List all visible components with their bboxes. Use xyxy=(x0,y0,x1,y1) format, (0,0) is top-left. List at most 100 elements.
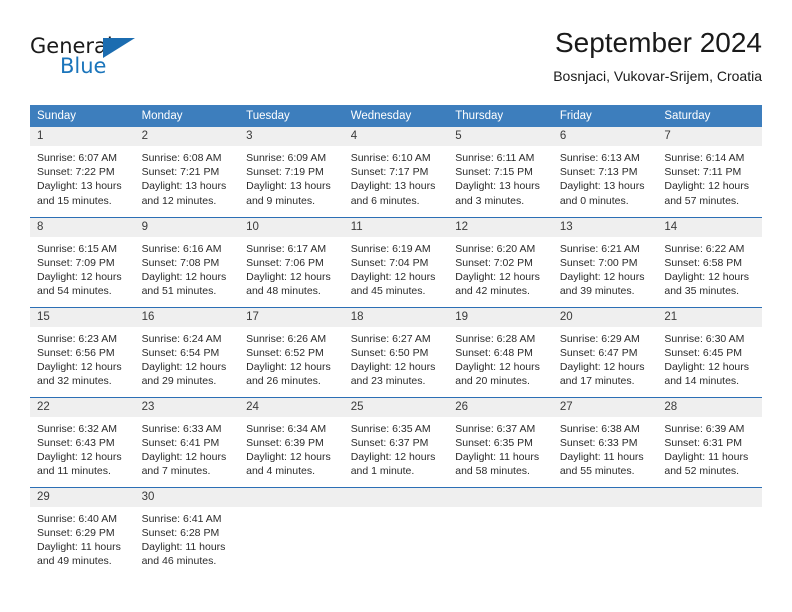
day-cell[interactable]: 8 Sunrise: 6:15 AM Sunset: 7:09 PM Dayli… xyxy=(30,216,135,307)
daylight-text-line1: Daylight: 12 hours xyxy=(141,360,227,373)
daylight-text-line1: Daylight: 12 hours xyxy=(350,450,436,463)
day-cell[interactable]: 23 Sunrise: 6:33 AM Sunset: 6:41 PM Dayl… xyxy=(134,396,240,487)
sunset-text: Sunset: 6:33 PM xyxy=(559,436,638,449)
daylight-text-line1: Daylight: 13 hours xyxy=(246,180,331,193)
day-cell[interactable]: 22 Sunrise: 6:32 AM Sunset: 6:43 PM Dayl… xyxy=(30,396,135,487)
day-cell[interactable]: 7 Sunrise: 6:14 AM Sunset: 7:11 PM Dayli… xyxy=(657,127,762,217)
daylight-text-line1: Daylight: 12 hours xyxy=(141,450,227,463)
day-number: 1 xyxy=(30,127,135,146)
day-details: Sunrise: 6:22 AM Sunset: 6:58 PM Dayligh… xyxy=(657,237,762,299)
day-cell[interactable]: 18 Sunrise: 6:27 AM Sunset: 6:50 PM Dayl… xyxy=(343,306,449,397)
daylight-text-line1: Daylight: 12 hours xyxy=(37,360,122,373)
daylight-text-line2: and 14 minutes. xyxy=(664,375,740,388)
day-cell[interactable]: 26 Sunrise: 6:37 AM Sunset: 6:35 PM Dayl… xyxy=(448,396,553,487)
day-cell[interactable]: 4 Sunrise: 6:10 AM Sunset: 7:17 PM Dayli… xyxy=(343,127,449,217)
daylight-text-line2: and 12 minutes. xyxy=(141,194,217,207)
day-cell[interactable]: 21 Sunrise: 6:30 AM Sunset: 6:45 PM Dayl… xyxy=(657,306,762,397)
day-details: Sunrise: 6:35 AM Sunset: 6:37 PM Dayligh… xyxy=(344,417,449,479)
day-cell[interactable]: 15 Sunrise: 6:23 AM Sunset: 6:56 PM Dayl… xyxy=(30,306,135,397)
calendar-week-row: 1 Sunrise: 6:07 AM Sunset: 7:22 PM Dayli… xyxy=(30,127,762,217)
day-details: Sunrise: 6:27 AM Sunset: 6:50 PM Dayligh… xyxy=(344,327,449,389)
day-cell-empty xyxy=(657,486,762,577)
day-details: Sunrise: 6:40 AM Sunset: 6:29 PM Dayligh… xyxy=(30,507,135,569)
day-details: Sunrise: 6:07 AM Sunset: 7:22 PM Dayligh… xyxy=(30,146,135,208)
calendar-week-row: 29 Sunrise: 6:40 AM Sunset: 6:29 PM Dayl… xyxy=(30,486,762,577)
daylight-text-line2: and 4 minutes. xyxy=(246,465,316,478)
day-cell[interactable]: 24 Sunrise: 6:34 AM Sunset: 6:39 PM Dayl… xyxy=(239,396,344,487)
calendar-week-row: 15 Sunrise: 6:23 AM Sunset: 6:56 PM Dayl… xyxy=(30,306,762,397)
sunrise-text: Sunrise: 6:29 AM xyxy=(559,332,640,345)
day-cell[interactable]: 29 Sunrise: 6:40 AM Sunset: 6:29 PM Dayl… xyxy=(30,486,135,577)
day-cell[interactable]: 2 Sunrise: 6:08 AM Sunset: 7:21 PM Dayli… xyxy=(134,127,240,217)
day-cell[interactable]: 28 Sunrise: 6:39 AM Sunset: 6:31 PM Dayl… xyxy=(657,396,762,487)
daylight-text-line1: Daylight: 11 hours xyxy=(664,450,749,463)
page-header: General Blue September 2024 Bosnjaci, Vu… xyxy=(30,26,762,98)
daylight-text-line1: Daylight: 13 hours xyxy=(37,180,122,193)
sunrise-text: Sunrise: 6:10 AM xyxy=(350,152,431,164)
sunset-text: Sunset: 6:56 PM xyxy=(37,346,115,359)
day-details: Sunrise: 6:21 AM Sunset: 7:00 PM Dayligh… xyxy=(553,237,658,299)
daylight-text-line2: and 48 minutes. xyxy=(246,285,321,298)
day-details: Sunrise: 6:16 AM Sunset: 7:08 PM Dayligh… xyxy=(135,237,240,299)
day-details: Sunrise: 6:41 AM Sunset: 6:28 PM Dayligh… xyxy=(135,507,240,569)
day-cell[interactable]: 6 Sunrise: 6:13 AM Sunset: 7:13 PM Dayli… xyxy=(552,127,658,217)
sunrise-text: Sunrise: 6:30 AM xyxy=(664,332,745,345)
day-number xyxy=(239,487,344,507)
day-cell[interactable]: 16 Sunrise: 6:24 AM Sunset: 6:54 PM Dayl… xyxy=(134,306,240,397)
daylight-text-line1: Daylight: 12 hours xyxy=(350,270,436,283)
sunset-text: Sunset: 6:47 PM xyxy=(559,346,638,359)
day-cell[interactable]: 10 Sunrise: 6:17 AM Sunset: 7:06 PM Dayl… xyxy=(239,216,344,307)
sunset-text: Sunset: 6:54 PM xyxy=(141,346,220,359)
day-cell[interactable]: 20 Sunrise: 6:29 AM Sunset: 6:47 PM Dayl… xyxy=(552,306,658,397)
sunrise-text: Sunrise: 6:17 AM xyxy=(246,242,327,255)
weekday-header-wednesday: Wednesday xyxy=(343,105,449,127)
day-details: Sunrise: 6:24 AM Sunset: 6:54 PM Dayligh… xyxy=(135,327,240,389)
day-details: Sunrise: 6:38 AM Sunset: 6:33 PM Dayligh… xyxy=(553,417,658,479)
day-cell[interactable]: 14 Sunrise: 6:22 AM Sunset: 6:58 PM Dayl… xyxy=(657,216,762,307)
sunset-text: Sunset: 7:08 PM xyxy=(141,256,220,269)
brand-logo[interactable]: General Blue xyxy=(30,34,230,88)
day-cell[interactable]: 27 Sunrise: 6:38 AM Sunset: 6:33 PM Dayl… xyxy=(552,396,658,487)
day-cell[interactable]: 11 Sunrise: 6:19 AM Sunset: 7:04 PM Dayl… xyxy=(343,216,449,307)
day-cell[interactable]: 25 Sunrise: 6:35 AM Sunset: 6:37 PM Dayl… xyxy=(343,396,449,487)
day-cell[interactable]: 9 Sunrise: 6:16 AM Sunset: 7:08 PM Dayli… xyxy=(134,216,240,307)
day-number: 23 xyxy=(134,397,240,417)
title-block: September 2024 Bosnjaci, Vukovar-Srijem,… xyxy=(553,26,762,86)
day-cell[interactable]: 12 Sunrise: 6:20 AM Sunset: 7:02 PM Dayl… xyxy=(448,216,553,307)
sunset-text: Sunset: 7:02 PM xyxy=(455,256,533,269)
daylight-text-line1: Daylight: 12 hours xyxy=(37,450,122,463)
daylight-text-line1: Daylight: 13 hours xyxy=(141,180,227,193)
sunrise-text: Sunrise: 6:35 AM xyxy=(350,422,431,435)
sunrise-text: Sunrise: 6:27 AM xyxy=(350,332,431,345)
sunset-text: Sunset: 6:41 PM xyxy=(141,436,220,449)
sunset-text: Sunset: 6:52 PM xyxy=(246,346,324,359)
daylight-text-line2: and 9 minutes. xyxy=(246,194,316,207)
day-cell[interactable]: 5 Sunrise: 6:11 AM Sunset: 7:15 PM Dayli… xyxy=(448,127,553,217)
sunset-text: Sunset: 6:35 PM xyxy=(455,436,533,449)
day-cell[interactable]: 30 Sunrise: 6:41 AM Sunset: 6:28 PM Dayl… xyxy=(134,486,240,577)
sunset-text: Sunset: 7:11 PM xyxy=(664,166,742,179)
sunrise-text: Sunrise: 6:28 AM xyxy=(455,332,536,345)
day-cell[interactable]: 3 Sunrise: 6:09 AM Sunset: 7:19 PM Dayli… xyxy=(239,127,344,217)
day-number: 18 xyxy=(343,307,449,327)
sunset-text: Sunset: 6:50 PM xyxy=(350,346,429,359)
day-cell[interactable]: 13 Sunrise: 6:21 AM Sunset: 7:00 PM Dayl… xyxy=(552,216,658,307)
weekday-header-monday: Monday xyxy=(134,105,240,127)
sunrise-text: Sunrise: 6:08 AM xyxy=(141,152,222,164)
day-details: Sunrise: 6:20 AM Sunset: 7:02 PM Dayligh… xyxy=(448,237,553,299)
day-cell[interactable]: 1 Sunrise: 6:07 AM Sunset: 7:22 PM Dayli… xyxy=(30,127,135,217)
daylight-text-line2: and 15 minutes. xyxy=(37,194,112,207)
sunrise-text: Sunrise: 6:41 AM xyxy=(141,512,222,525)
day-cell[interactable]: 17 Sunrise: 6:26 AM Sunset: 6:52 PM Dayl… xyxy=(239,306,344,397)
daylight-text-line1: Daylight: 12 hours xyxy=(455,360,540,373)
day-number: 11 xyxy=(343,217,449,237)
daylight-text-line1: Daylight: 13 hours xyxy=(559,180,645,193)
day-cell[interactable]: 19 Sunrise: 6:28 AM Sunset: 6:48 PM Dayl… xyxy=(448,306,553,397)
sunset-text: Sunset: 7:15 PM xyxy=(455,166,533,179)
day-number: 17 xyxy=(239,307,344,327)
day-number: 25 xyxy=(343,397,449,417)
sunset-text: Sunset: 6:39 PM xyxy=(246,436,324,449)
sunset-text: Sunset: 7:21 PM xyxy=(141,166,220,179)
sunset-text: Sunset: 6:31 PM xyxy=(664,436,743,449)
day-number: 27 xyxy=(552,397,658,417)
